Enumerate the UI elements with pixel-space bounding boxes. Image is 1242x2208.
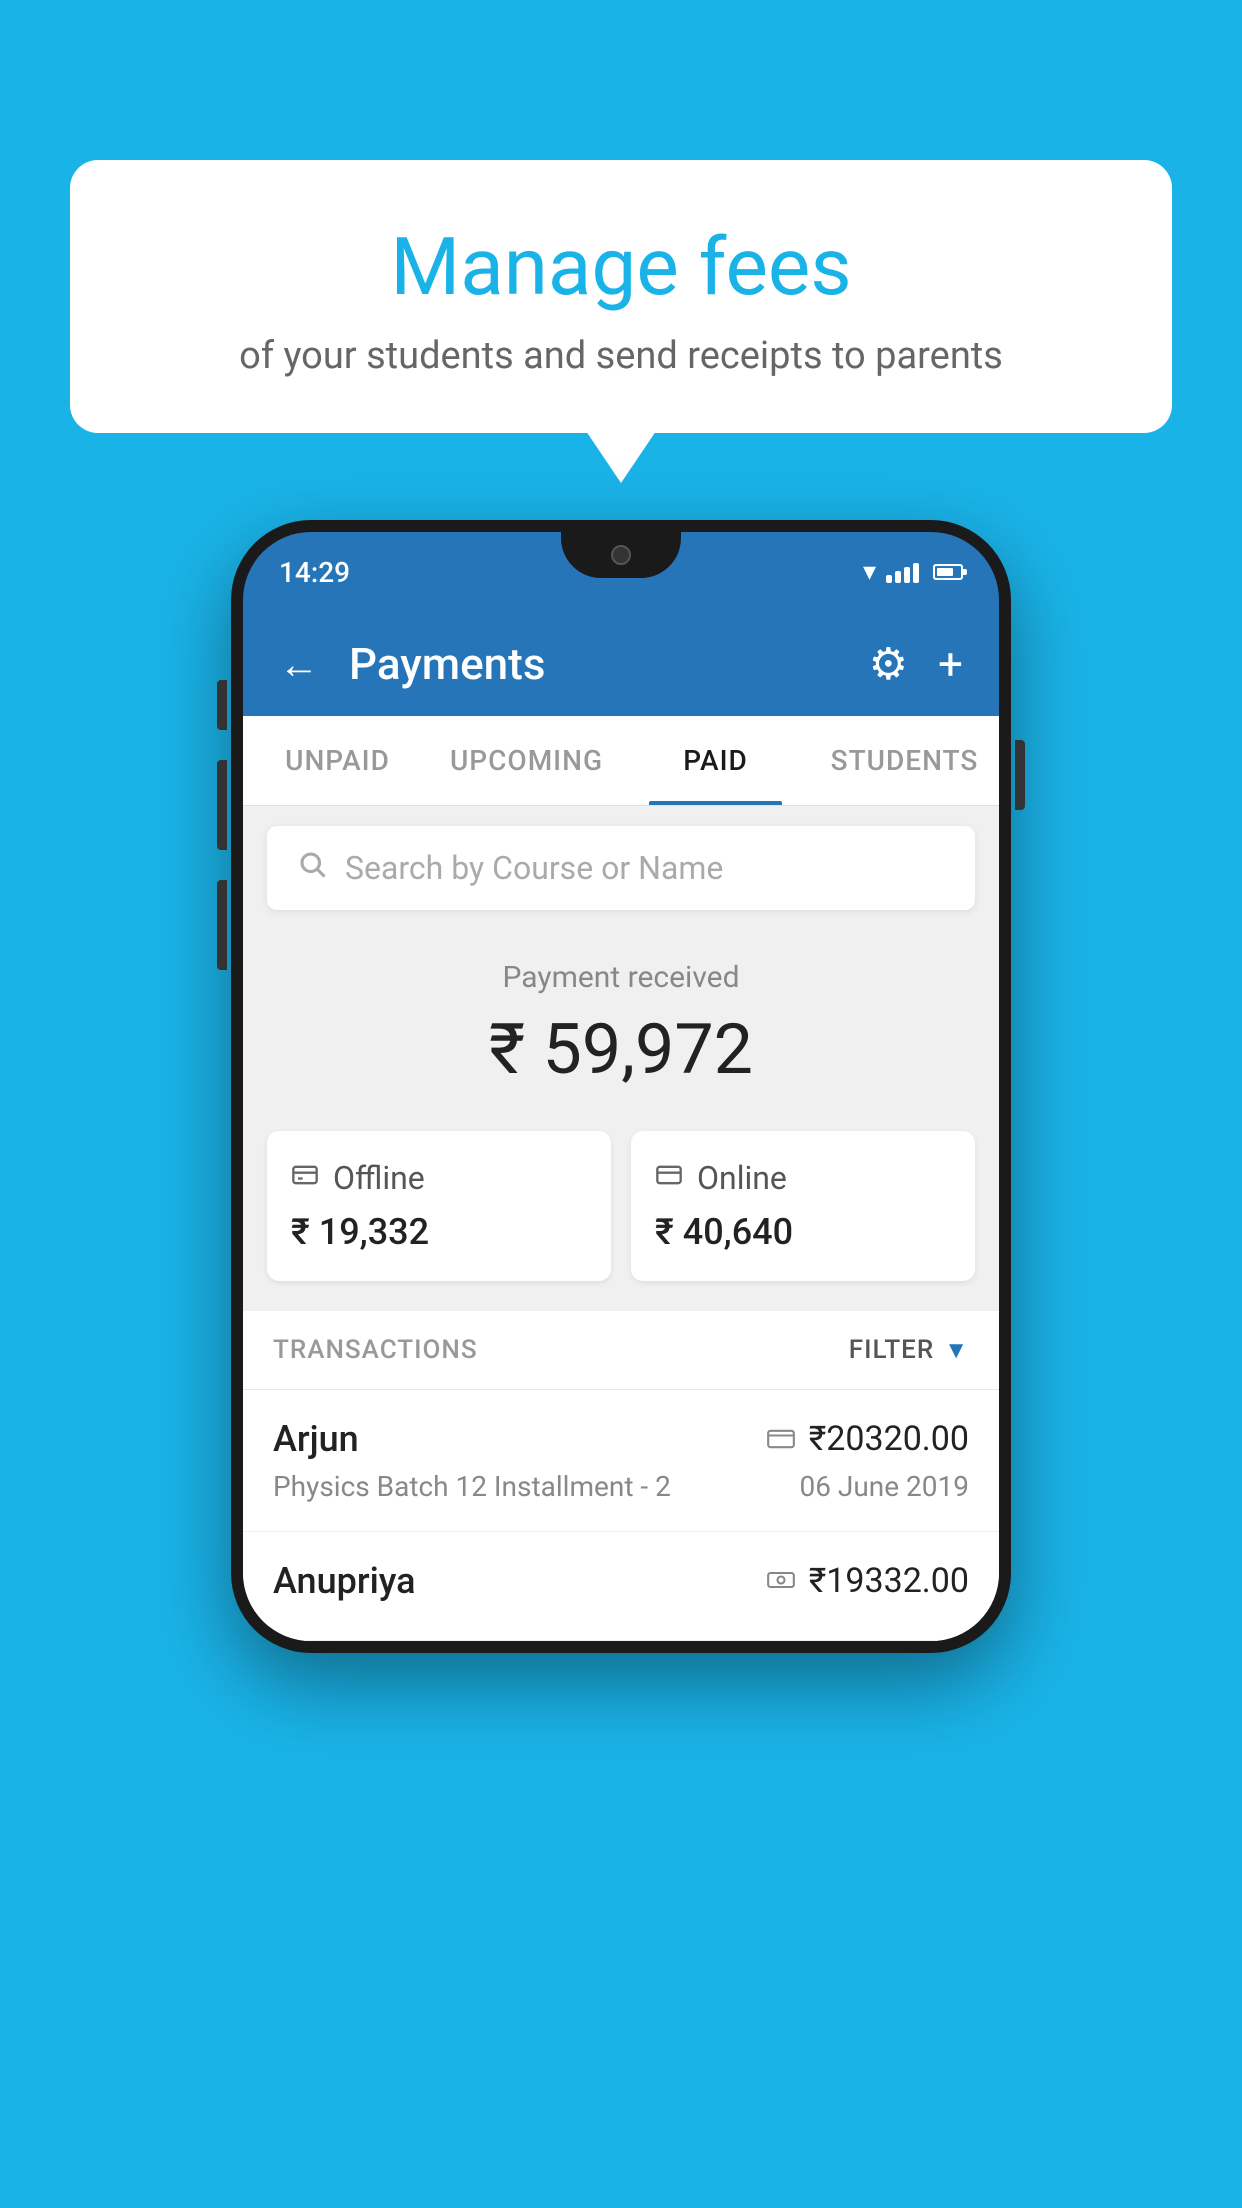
add-icon[interactable]: + — [938, 638, 963, 690]
tab-paid[interactable]: PAID — [621, 716, 810, 805]
online-payment-card: Online ₹ 40,640 — [631, 1131, 975, 1281]
payment-amount: ₹ 59,972 — [267, 1009, 975, 1091]
speech-bubble: Manage fees of your students and send re… — [70, 160, 1172, 433]
phone-screen: ← Payments ⚙ + UNPAID UPCOMING PAID STUD… — [243, 612, 999, 1641]
wifi-icon: ▾ — [863, 557, 876, 587]
tab-upcoming[interactable]: UPCOMING — [432, 716, 621, 805]
tabs-row: UNPAID UPCOMING PAID STUDENTS — [243, 716, 999, 806]
status-bar: 14:29 ▾ — [243, 532, 999, 612]
search-placeholder: Search by Course or Name — [345, 849, 723, 887]
bubble-title: Manage fees — [120, 220, 1122, 314]
phone-container: 14:29 ▾ ← Payment — [231, 520, 1011, 1653]
battery-icon — [933, 564, 963, 580]
phone-frame: 14:29 ▾ ← Payment — [231, 520, 1011, 1653]
camera — [611, 545, 631, 565]
transaction-row[interactable]: Arjun ₹20320.00 Physics Batch 12 Install… — [243, 1390, 999, 1532]
card-payment-icon — [767, 1423, 795, 1456]
filter-icon: ▼ — [944, 1336, 969, 1365]
payment-cards: Offline ₹ 19,332 Online — [243, 1131, 999, 1311]
signal-icon — [886, 561, 919, 583]
transactions-label: TRANSACTIONS — [273, 1335, 478, 1365]
transaction-amount: ₹20320.00 — [809, 1419, 969, 1459]
offline-amount: ₹ 19,332 — [291, 1211, 587, 1253]
payment-received-section: Payment received ₹ 59,972 — [243, 930, 999, 1131]
transaction-amount: ₹19332.00 — [809, 1561, 969, 1601]
filter-button[interactable]: FILTER ▼ — [849, 1335, 969, 1365]
back-button[interactable]: ← — [279, 641, 319, 688]
volume-down-button — [217, 760, 227, 850]
payment-received-label: Payment received — [267, 960, 975, 995]
silent-button — [217, 880, 227, 970]
phone-notch — [561, 532, 681, 578]
header-title: Payments — [349, 638, 869, 690]
settings-icon[interactable]: ⚙ — [869, 638, 908, 690]
search-bar[interactable]: Search by Course or Name — [267, 826, 975, 910]
tab-unpaid[interactable]: UNPAID — [243, 716, 432, 805]
transaction-name: Arjun — [273, 1418, 359, 1460]
cash-payment-icon — [767, 1565, 795, 1598]
volume-up-button — [217, 680, 227, 730]
transactions-header: TRANSACTIONS FILTER ▼ — [243, 1311, 999, 1390]
status-icons: ▾ — [863, 557, 963, 587]
header-actions: ⚙ + — [869, 638, 963, 690]
offline-payment-card: Offline ₹ 19,332 — [267, 1131, 611, 1281]
search-icon — [297, 848, 327, 888]
tab-students[interactable]: STUDENTS — [810, 716, 999, 805]
online-icon — [655, 1159, 683, 1197]
online-label: Online — [697, 1159, 787, 1197]
bubble-subtitle: of your students and send receipts to pa… — [120, 334, 1122, 378]
power-button — [1015, 740, 1025, 810]
offline-icon — [291, 1159, 319, 1197]
online-amount: ₹ 40,640 — [655, 1211, 951, 1253]
filter-label: FILTER — [849, 1335, 934, 1365]
status-time: 14:29 — [279, 556, 350, 589]
transaction-desc: Physics Batch 12 Installment - 2 — [273, 1470, 671, 1503]
transaction-date: 06 June 2019 — [799, 1470, 969, 1503]
app-header: ← Payments ⚙ + — [243, 612, 999, 716]
offline-label: Offline — [333, 1159, 425, 1197]
transaction-name: Anupriya — [273, 1560, 416, 1602]
transaction-row[interactable]: Anupriya ₹19332.00 — [243, 1532, 999, 1641]
